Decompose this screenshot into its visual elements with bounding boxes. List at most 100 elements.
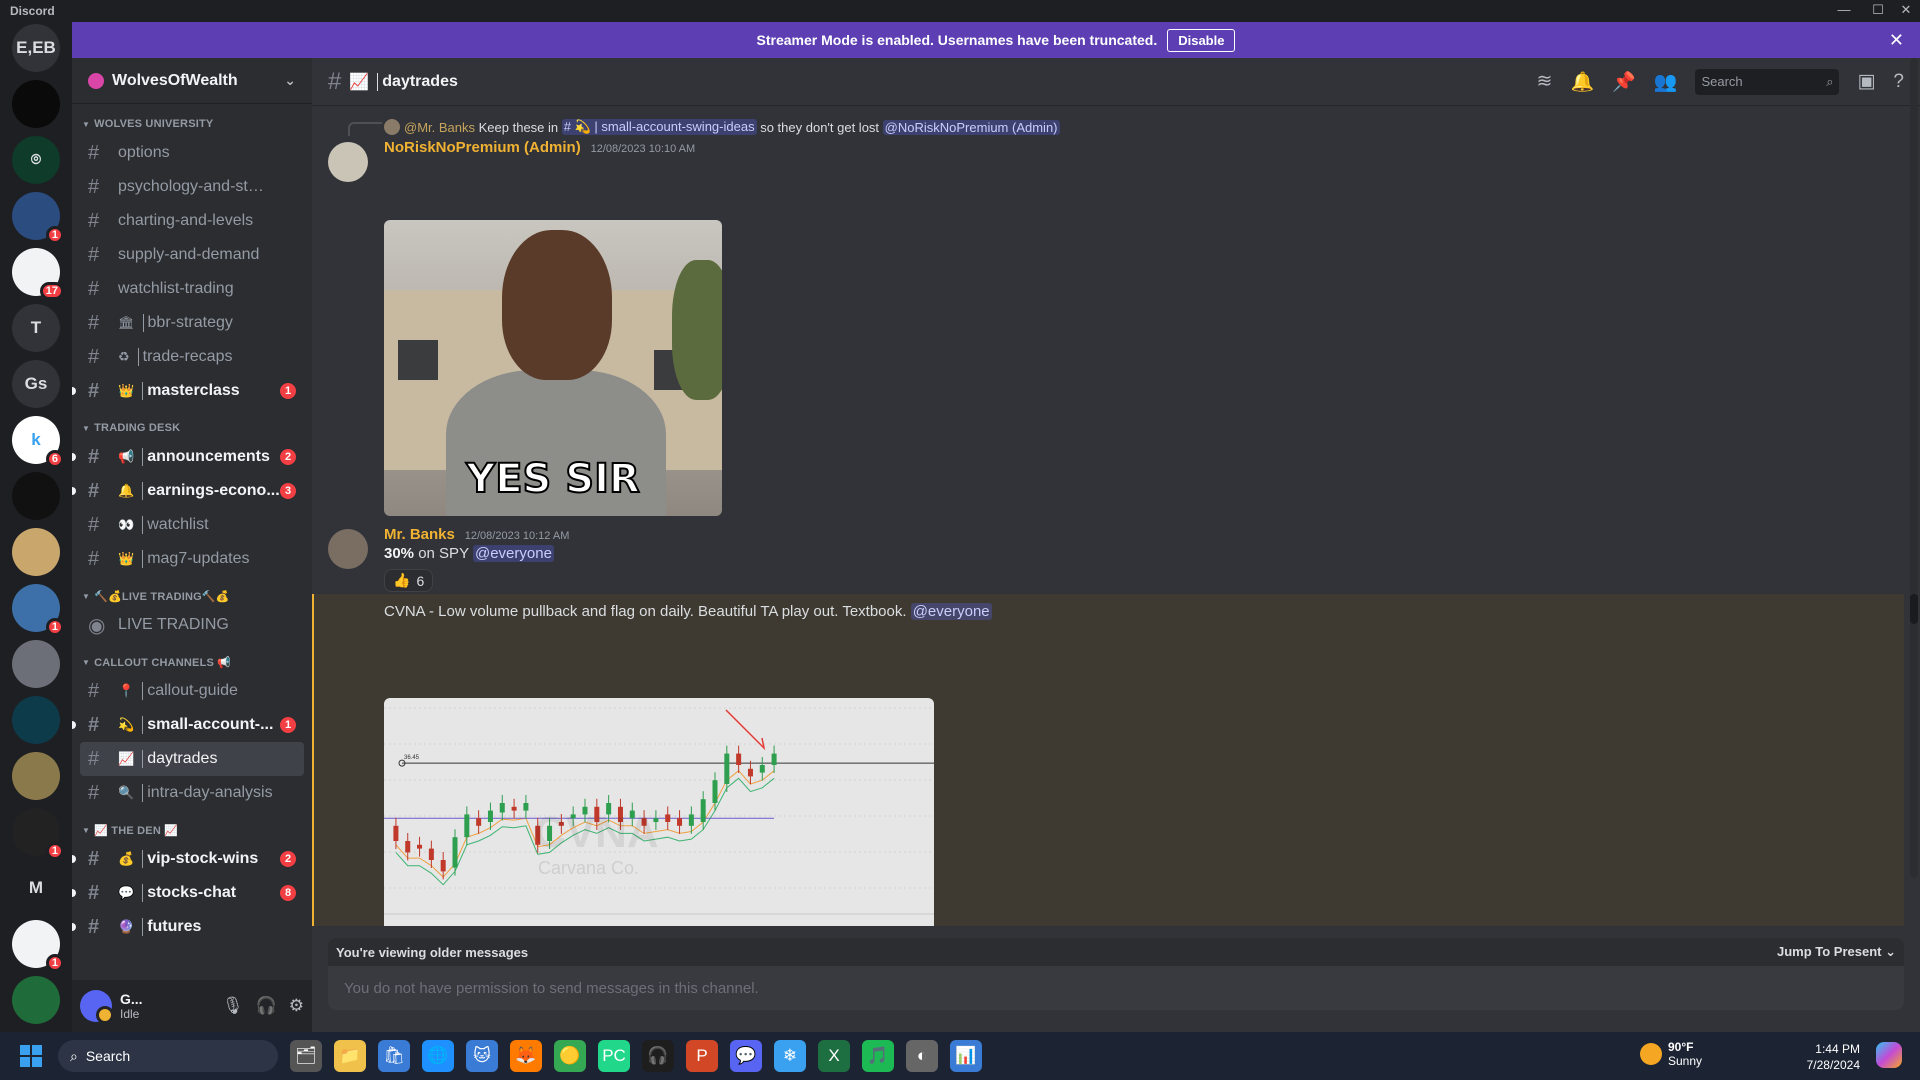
avatar[interactable] (328, 142, 368, 182)
category-header[interactable]: ▼ CALLOUT CHANNELS 📢 (80, 650, 304, 674)
reply-mention[interactable]: @NoRiskNoPremium (Admin) (882, 119, 1060, 135)
taskbar-app-icon[interactable]: X (818, 1040, 850, 1072)
everyone-mention[interactable]: @everyone (472, 545, 554, 562)
channel-item[interactable]: # 📢 announcements 2 (72, 440, 304, 474)
server-icon[interactable] (12, 528, 60, 576)
server-icon[interactable]: 1 (12, 808, 64, 860)
taskbar-app-icon[interactable]: 🟡 (554, 1040, 586, 1072)
server-icon[interactable]: T (12, 304, 60, 352)
copilot-icon[interactable] (1876, 1042, 1902, 1068)
server-icon[interactable]: M (12, 864, 60, 912)
channel-item[interactable]: # psychology-and-strategi... (80, 170, 304, 204)
taskbar-app-icon[interactable]: 🎵 (862, 1040, 894, 1072)
category-header[interactable]: ▼ WOLVES UNIVERSITY (80, 112, 304, 136)
server-icon[interactable] (12, 976, 60, 1024)
maximize-button[interactable]: ☐ (1868, 2, 1888, 18)
category-header[interactable]: ▼ 📈 THE DEN 📈 (80, 818, 304, 842)
server-icon[interactable]: k6 (12, 416, 64, 468)
server-icon[interactable]: 1 (12, 920, 64, 972)
channel-item[interactable]: # 🏛 bbr-strategy (80, 306, 304, 340)
server-icon[interactable]: Gs (12, 360, 60, 408)
channel-item[interactable]: ◉ LIVE TRADING (80, 608, 304, 642)
message-author[interactable]: NoRiskNoPremium (Admin) (384, 139, 581, 156)
taskbar-app-icon[interactable]: 🦊 (510, 1040, 542, 1072)
inbox-icon[interactable]: ▣ (1857, 70, 1875, 93)
taskbar-app-icon[interactable]: ❄ (774, 1040, 806, 1072)
unread-badge: 6 (45, 450, 64, 468)
headphones-icon[interactable]: 🎧 (256, 996, 277, 1016)
channel-item[interactable]: # 📈 daytrades (80, 742, 304, 776)
close-icon[interactable]: ✕ (1889, 30, 1904, 51)
server-icon[interactable] (12, 696, 60, 744)
channel-item[interactable]: # 💬 stocks-chat 8 (72, 876, 304, 910)
message-author[interactable]: Mr. Banks (384, 526, 455, 543)
chevron-down-icon[interactable]: ⌄ (284, 72, 296, 89)
taskbar-search[interactable]: ⌕ Search (58, 1040, 278, 1072)
server-icon[interactable]: 1 (12, 584, 64, 636)
channel-item[interactable]: # 💰 vip-stock-wins 2 (72, 842, 304, 876)
channel-item[interactable]: # 💫 small-account-... 1 (72, 708, 304, 742)
help-icon[interactable]: ? (1893, 71, 1904, 93)
everyone-mention[interactable]: @everyone (910, 603, 992, 620)
bell-icon[interactable]: 🔔 (1570, 70, 1594, 94)
taskbar-app-icon[interactable]: 🐱 (466, 1040, 498, 1072)
channel-item[interactable]: # supply-and-demand (80, 238, 304, 272)
taskbar-app-icon[interactable]: 🌐 (422, 1040, 454, 1072)
category-header[interactable]: ▼ TRADING DESK (80, 416, 304, 440)
pin-icon[interactable]: 📌 (1612, 70, 1636, 94)
members-icon[interactable]: 👥 (1654, 70, 1678, 94)
candlestick-chart: 36.4530. Oct5. Nov9. Nov15. Nov21. Nov29… (384, 707, 934, 915)
reply-preview[interactable]: @Mr. Banks Keep these in # 💫 | small-acc… (384, 119, 1060, 135)
channel-item[interactable]: # options (80, 136, 304, 170)
channel-item[interactable]: # 🔮 futures (72, 910, 304, 944)
category-header[interactable]: ▼ 🔨💰LIVE TRADING🔨💰 (80, 584, 304, 608)
server-icon[interactable]: E,EB (12, 24, 60, 72)
microphone-icon[interactable]: 🎙 (222, 996, 244, 1016)
taskbar-app-icon[interactable]: 📁 (334, 1040, 366, 1072)
avatar[interactable] (328, 529, 368, 569)
channel-item[interactable]: # 📍 callout-guide (80, 674, 304, 708)
jump-to-present-button[interactable]: Jump To Present ⌄ (1777, 944, 1896, 960)
minimize-button[interactable]: — (1834, 2, 1854, 17)
scrollbar[interactable] (1910, 58, 1918, 878)
guild-header[interactable]: WolvesOfWealth ⌄ (72, 58, 312, 104)
gear-icon[interactable]: ⚙ (289, 996, 304, 1016)
channel-item[interactable]: # 👀 watchlist (80, 508, 304, 542)
system-clock[interactable]: 1:44 PM 7/28/2024 (1780, 1041, 1860, 1073)
threads-icon[interactable]: ≋ (1537, 70, 1553, 93)
weather-widget[interactable]: 90°F Sunny (1640, 1040, 1702, 1068)
chart-image[interactable]: CVNA Carvana Co. 36.4530. Oct5. Nov9. No… (384, 698, 934, 926)
reply-channel-link[interactable]: # 💫 | small-account-swing-ideas (561, 119, 757, 135)
search-input[interactable]: Search ⌕ (1695, 68, 1840, 95)
windows-start-button[interactable] (20, 1045, 42, 1067)
server-icon[interactable]: 1 (12, 192, 64, 244)
server-icon[interactable] (12, 472, 60, 520)
server-icon[interactable]: 17 (12, 248, 64, 300)
taskbar-app-icon[interactable]: 🎧 (642, 1040, 674, 1072)
channel-item[interactable]: # 🔔 earnings-econo... 3 (72, 474, 304, 508)
close-window-button[interactable]: ✕ (1896, 2, 1916, 18)
avatar[interactable] (80, 990, 114, 1024)
channel-item[interactable]: # watchlist-trading (80, 272, 304, 306)
channel-item[interactable]: # 👑 masterclass 1 (72, 374, 304, 408)
reply-author[interactable]: @Mr. Banks (404, 120, 475, 135)
channel-item[interactable]: # 🔍 intra-day-analysis (80, 776, 304, 810)
server-icon[interactable] (12, 640, 60, 688)
reaction-thumbs-up[interactable]: 👍 6 (384, 569, 434, 592)
taskbar-app-icon[interactable]: PC (598, 1040, 630, 1072)
channel-item[interactable]: # charting-and-levels (80, 204, 304, 238)
gif-image[interactable]: YES SIR (384, 220, 722, 516)
taskbar-app-icon[interactable]: 💬 (730, 1040, 762, 1072)
server-icon[interactable]: ⌾ (12, 136, 60, 184)
taskbar-app-icon[interactable]: 🛍 (378, 1040, 410, 1072)
channel-item[interactable]: # ♻ trade-recaps (80, 340, 304, 374)
taskbar-app-icon[interactable]: P (686, 1040, 718, 1072)
taskbar-app-icon[interactable]: 🗂 (290, 1040, 322, 1072)
taskbar-app-icon[interactable]: ◐ (906, 1040, 938, 1072)
taskbar-app-icon[interactable]: 📊 (950, 1040, 982, 1072)
channel-item[interactable]: # 👑 mag7-updates (80, 542, 304, 576)
server-icon[interactable] (12, 752, 60, 800)
scrollbar-thumb[interactable] (1910, 594, 1918, 624)
disable-button[interactable]: Disable (1167, 28, 1236, 52)
server-icon[interactable] (12, 80, 60, 128)
